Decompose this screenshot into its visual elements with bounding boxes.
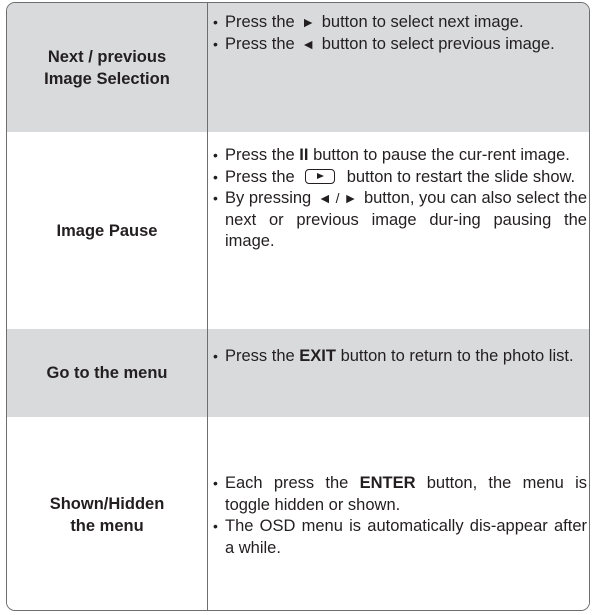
bullet-icon: • [213, 147, 218, 163]
row-description: • Press the II button to pause the cur-r… [208, 132, 589, 329]
list-item: • Press the EXIT button to return to the… [213, 346, 587, 368]
row-label-go-to-menu: Go to the menu [7, 329, 208, 417]
row-description: • Press the ► button to select next imag… [208, 3, 589, 132]
bullet-icon: • [213, 518, 218, 534]
bullet-icon: • [213, 190, 218, 206]
list-item: • Press the ◄ button to select previous … [213, 34, 587, 56]
bullet-icon: • [213, 14, 218, 30]
bullet-icon: • [213, 475, 218, 491]
bullet-icon: • [213, 348, 218, 364]
row-label-shown-hidden: Shown/Hidden the menu [7, 417, 208, 610]
list-item: • Press the II button to pause the cur-r… [213, 145, 587, 167]
row-label-image-pause: Image Pause [7, 132, 208, 329]
list-item: • Press the button to restart the slide s… [213, 167, 587, 189]
list-item: • The OSD menu is automatically dis-appe… [213, 516, 587, 559]
list-item: • Each press the ENTER button, the menu … [213, 473, 587, 516]
left-right-arrows-icon: ◄ / ► [317, 190, 358, 206]
row-label-next-previous: Next / previous Image Selection [7, 3, 208, 132]
bullet-icon: • [213, 35, 218, 52]
pause-icon: II [299, 146, 309, 164]
table-row: Image Pause • Press the II button to pau… [7, 132, 589, 330]
enter-key-label: ENTER [359, 474, 416, 492]
row-description: • Press the EXIT button to return to the… [208, 329, 589, 417]
row-description: • Each press the ENTER button, the menu … [208, 417, 589, 610]
table-row: Next / previous Image Selection • Press … [7, 3, 589, 133]
feature-table: Next / previous Image Selection • Press … [6, 2, 590, 611]
list-item: • By pressing ◄ / ► button, you can also… [213, 188, 587, 253]
list-item: • Press the ► button to select next imag… [213, 12, 587, 34]
play-button-icon [304, 168, 335, 184]
right-arrow-icon: ► [301, 14, 316, 30]
exit-key-label: EXIT [299, 347, 336, 365]
bullet-icon: • [213, 168, 218, 185]
table-row: Go to the menu • Press the EXIT button t… [7, 329, 589, 418]
table-row: Shown/Hidden the menu • Each press the E… [7, 417, 589, 610]
left-arrow-icon: ◄ [301, 35, 316, 52]
